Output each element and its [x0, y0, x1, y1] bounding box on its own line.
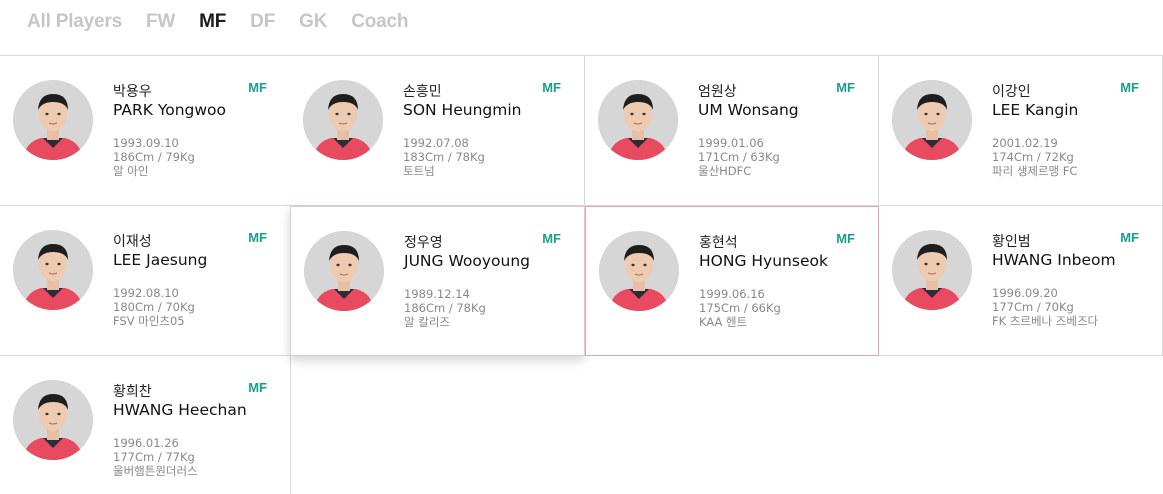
player-photo — [598, 80, 678, 160]
player-photo — [599, 231, 679, 311]
player-name-korean: 홍현석 — [699, 235, 738, 251]
player-name-english: HONG Hyunseok — [699, 252, 828, 270]
player-club: FK 츠르베나 즈베즈다 — [992, 314, 1099, 328]
player-photo — [892, 80, 972, 160]
tab-gk[interactable]: GK — [299, 11, 327, 33]
player-name-english: SON Heungmin — [403, 101, 522, 119]
player-photo — [892, 230, 972, 310]
player-card[interactable]: MF 손흥민 SON Heungmin 1992.07.08 183Cm / 7… — [290, 56, 585, 206]
player-club: 토트넘 — [403, 164, 435, 178]
player-portrait-icon — [303, 80, 383, 160]
position-badge: MF — [542, 231, 561, 246]
player-birthdate: 1996.09.20 — [992, 286, 1058, 300]
player-info: 1993.09.10 186Cm / 79Kg 알 아인 — [113, 136, 195, 178]
tab-fw[interactable]: FW — [146, 11, 175, 33]
player-portrait-icon — [599, 231, 679, 311]
player-portrait-icon — [13, 80, 93, 160]
player-name-english: JUNG Wooyoung — [404, 252, 530, 270]
player-club: 알 칼리즈 — [404, 315, 450, 329]
player-name-korean: 박용우 — [113, 84, 152, 100]
player-birthdate: 1992.07.08 — [403, 136, 469, 150]
player-card[interactable]: MF 이재성 LEE Jaesung 1992.08.10 180Cm / 70… — [0, 206, 291, 356]
player-name-korean: 정우영 — [404, 235, 443, 251]
player-birthdate: 1999.06.16 — [699, 287, 765, 301]
player-birthdate: 1996.01.26 — [113, 436, 179, 450]
player-card[interactable]: MF 박용우 PARK Yongwoo 1993.09.10 186Cm / 7… — [0, 56, 291, 206]
tab-mf[interactable]: MF — [199, 11, 226, 33]
player-card[interactable]: MF 정우영 JUNG Wooyoung 1989.12.14 186Cm / … — [290, 206, 585, 356]
position-badge: MF — [836, 80, 855, 95]
player-name-korean: 이재성 — [113, 234, 152, 250]
player-height-weight: 177Cm / 70Kg — [992, 300, 1074, 314]
player-club: FSV 마인츠05 — [113, 314, 185, 328]
position-badge: MF — [248, 380, 267, 395]
player-name-english: LEE Jaesung — [113, 251, 208, 269]
player-info: 1992.08.10 180Cm / 70Kg FSV 마인츠05 — [113, 286, 195, 328]
player-name-korean: 이강인 — [992, 84, 1031, 100]
player-club: 알 아인 — [113, 164, 149, 178]
player-height-weight: 180Cm / 70Kg — [113, 300, 195, 314]
player-portrait-icon — [598, 80, 678, 160]
player-info: 1996.01.26 177Cm / 77Kg 울버햄튼원더러스 — [113, 436, 198, 478]
player-info: 1999.01.06 171Cm / 63Kg 울산HDFC — [698, 136, 780, 178]
player-height-weight: 177Cm / 77Kg — [113, 450, 195, 464]
player-height-weight: 175Cm / 66Kg — [699, 301, 781, 315]
player-grid: MF 박용우 PARK Yongwoo 1993.09.10 186Cm / 7… — [0, 55, 1163, 494]
player-portrait-icon — [892, 230, 972, 310]
player-portrait-icon — [304, 231, 384, 311]
position-badge: MF — [248, 80, 267, 95]
player-photo — [304, 231, 384, 311]
player-info: 1999.06.16 175Cm / 66Kg KAA 헨트 — [699, 287, 781, 329]
player-birthdate: 1992.08.10 — [113, 286, 179, 300]
position-tabs: All Players FW MF DF GK Coach — [27, 9, 432, 35]
player-name-english: LEE Kangin — [992, 101, 1079, 119]
player-card[interactable]: MF 황희찬 HWANG Heechan 1996.01.26 177Cm / … — [0, 356, 291, 494]
player-birthdate: 1993.09.10 — [113, 136, 179, 150]
player-height-weight: 174Cm / 72Kg — [992, 150, 1074, 164]
position-badge: MF — [1120, 80, 1139, 95]
player-club: KAA 헨트 — [699, 315, 748, 329]
player-card[interactable]: MF 황인범 HWANG Inbeom 1996.09.20 177Cm / 7… — [879, 206, 1163, 356]
player-club: 파리 생제르맹 FC — [992, 164, 1078, 178]
player-portrait-icon — [13, 380, 93, 460]
player-height-weight: 186Cm / 78Kg — [404, 301, 486, 315]
player-height-weight: 183Cm / 78Kg — [403, 150, 485, 164]
position-badge: MF — [248, 230, 267, 245]
player-portrait-icon — [13, 230, 93, 310]
player-photo — [13, 230, 93, 310]
player-card[interactable]: MF 홍현석 HONG Hyunseok 1999.06.16 175Cm / … — [585, 206, 879, 356]
position-badge: MF — [836, 231, 855, 246]
player-club: 울산HDFC — [698, 164, 752, 178]
player-birthdate: 1989.12.14 — [404, 287, 470, 301]
player-name-korean: 엄원상 — [698, 84, 737, 100]
player-name-korean: 황희찬 — [113, 384, 152, 400]
player-portrait-icon — [892, 80, 972, 160]
tab-coach[interactable]: Coach — [351, 11, 408, 33]
player-photo — [13, 80, 93, 160]
player-photo — [13, 380, 93, 460]
player-info: 2001.02.19 174Cm / 72Kg 파리 생제르맹 FC — [992, 136, 1077, 178]
player-info: 1996.09.20 177Cm / 70Kg FK 츠르베나 즈베즈다 — [992, 286, 1098, 328]
player-height-weight: 171Cm / 63Kg — [698, 150, 780, 164]
player-birthdate: 1999.01.06 — [698, 136, 764, 150]
player-card[interactable]: MF 엄원상 UM Wonsang 1999.01.06 171Cm / 63K… — [585, 56, 879, 206]
player-info: 1989.12.14 186Cm / 78Kg 알 칼리즈 — [404, 287, 486, 329]
player-name-korean: 손흥민 — [403, 84, 442, 100]
player-height-weight: 186Cm / 79Kg — [113, 150, 195, 164]
player-club: 울버햄튼원더러스 — [113, 464, 198, 478]
player-name-english: HWANG Inbeom — [992, 251, 1116, 269]
player-name-korean: 황인범 — [992, 234, 1031, 250]
player-info: 1992.07.08 183Cm / 78Kg 토트넘 — [403, 136, 485, 178]
player-card[interactable]: MF 이강인 LEE Kangin 2001.02.19 174Cm / 72K… — [879, 56, 1163, 206]
position-badge: MF — [1120, 230, 1139, 245]
player-photo — [303, 80, 383, 160]
position-badge: MF — [542, 80, 561, 95]
player-birthdate: 2001.02.19 — [992, 136, 1058, 150]
tab-all-players[interactable]: All Players — [27, 11, 122, 33]
tab-df[interactable]: DF — [250, 11, 275, 33]
player-name-english: HWANG Heechan — [113, 401, 247, 419]
player-name-english: PARK Yongwoo — [113, 101, 227, 119]
player-name-english: UM Wonsang — [698, 101, 799, 119]
